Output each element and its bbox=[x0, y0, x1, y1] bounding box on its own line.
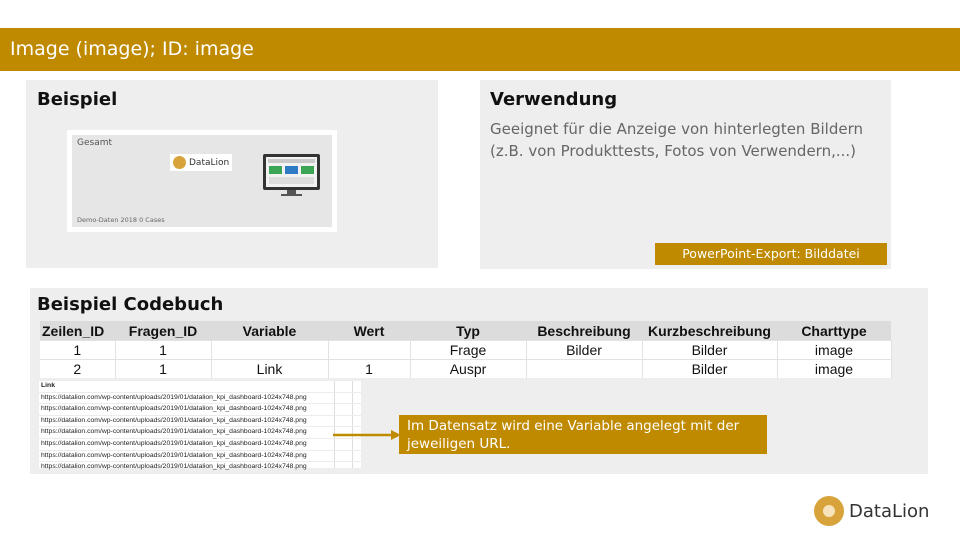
usage-description: Geeignet für die Anzeige von hinterlegte… bbox=[490, 120, 863, 160]
column-header: Fragen_ID bbox=[115, 321, 211, 341]
thumbnail-label: Gesamt bbox=[77, 138, 113, 148]
link-url-row: https://datalion.com/wp-content/uploads/… bbox=[39, 439, 361, 451]
usage-panel: Verwendung Geeignet für die Anzeige von … bbox=[480, 80, 891, 269]
table-cell: Bilder bbox=[526, 340, 643, 360]
column-header: Zeilen_ID bbox=[40, 321, 115, 341]
usage-title: Verwendung bbox=[490, 89, 618, 110]
lion-icon bbox=[173, 156, 186, 169]
brand-name: DataLion bbox=[849, 500, 930, 522]
thumbnail-footer: Demo-Daten 2018 0 Cases bbox=[77, 216, 165, 224]
monitor-dashboard-icon bbox=[263, 154, 320, 196]
table-cell: Frage bbox=[410, 340, 527, 360]
table-cell: 1 bbox=[328, 359, 411, 378]
link-url-row: https://datalion.com/wp-content/uploads/… bbox=[39, 404, 361, 416]
table-row: 2 1 Link 1 Auspr Bilder image bbox=[40, 359, 892, 378]
table-cell: 1 bbox=[115, 340, 212, 360]
codebook-header-row: Zeilen_ID Fragen_ID Variable Wert Typ Be… bbox=[40, 321, 891, 341]
table-cell bbox=[526, 359, 643, 378]
link-spreadsheet: Link https://datalion.com/wp-content/upl… bbox=[39, 381, 361, 474]
link-url-row: https://datalion.com/wp-content/uploads/… bbox=[39, 462, 361, 474]
table-cell: 2 bbox=[40, 359, 116, 378]
table-cell: Link bbox=[211, 359, 329, 378]
table-cell: 1 bbox=[40, 340, 116, 360]
column-header: Charttype bbox=[777, 321, 891, 341]
link-url-row: https://datalion.com/wp-content/uploads/… bbox=[39, 427, 361, 439]
link-url-row: https://datalion.com/wp-content/uploads/… bbox=[39, 393, 361, 405]
table-cell: 1 bbox=[115, 359, 212, 378]
example-thumbnail: Gesamt DataLion Demo-Daten 2018 0 Cases bbox=[67, 130, 337, 232]
thumbnail-logo: DataLion bbox=[170, 154, 233, 171]
table-cell: image bbox=[777, 340, 892, 360]
table-cell: Auspr bbox=[410, 359, 527, 378]
example-panel: Beispiel Gesamt DataLion Demo-Daten 2018… bbox=[26, 80, 438, 268]
table-cell: image bbox=[777, 359, 892, 378]
table-cell: Bilder bbox=[642, 340, 778, 360]
column-header: Wert bbox=[328, 321, 410, 341]
codebook-panel: Beispiel Codebuch Zeilen_ID Fragen_ID Va… bbox=[30, 288, 928, 474]
column-header: Kurzbeschreibung bbox=[642, 321, 777, 341]
datalion-logo: DataLion bbox=[814, 496, 929, 526]
export-badge: PowerPoint-Export: Bilddatei bbox=[655, 243, 887, 265]
callout-box: Im Datensatz wird eine Variable angelegt… bbox=[399, 415, 767, 454]
link-column-header: Link bbox=[39, 381, 361, 393]
table-row: 1 1 Frage Bilder Bilder image bbox=[40, 340, 892, 360]
slide-title: Image (image); ID: image bbox=[0, 28, 960, 71]
link-url-row: https://datalion.com/wp-content/uploads/… bbox=[39, 451, 361, 463]
codebook-table: Zeilen_ID Fragen_ID Variable Wert Typ Be… bbox=[40, 321, 892, 378]
codebook-title: Beispiel Codebuch bbox=[37, 294, 224, 315]
link-url-row: https://datalion.com/wp-content/uploads/… bbox=[39, 416, 361, 428]
table-cell: Bilder bbox=[642, 359, 778, 378]
column-header: Typ bbox=[410, 321, 526, 341]
table-cell bbox=[211, 340, 329, 360]
column-header: Beschreibung bbox=[526, 321, 642, 341]
thumbnail-logo-text: DataLion bbox=[189, 157, 230, 168]
example-title: Beispiel bbox=[37, 89, 118, 110]
lion-icon bbox=[814, 496, 844, 526]
table-cell bbox=[328, 340, 411, 360]
column-header: Variable bbox=[211, 321, 328, 341]
